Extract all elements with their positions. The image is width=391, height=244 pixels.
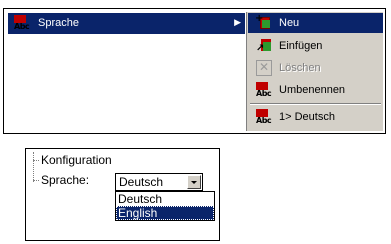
menu-item-label: Sprache: [38, 17, 79, 29]
submenu-item-label: Einfügen: [279, 40, 323, 52]
delete-icon: ✕: [256, 60, 272, 76]
language-dropdown-list: Deutsch English: [115, 191, 215, 221]
abc-icon: Abc: [256, 109, 272, 125]
tree-item-sprache: Sprache:: [41, 173, 90, 187]
submenu-item-label: Neu: [279, 17, 300, 29]
dropdown-button[interactable]: [187, 175, 201, 189]
new-icon: +: [255, 13, 272, 31]
abc-icon: Abc: [14, 15, 30, 31]
submenu-item-neu[interactable]: + Neu: [248, 13, 383, 33]
submenu-item-deutsch[interactable]: Abc 1> Deutsch: [248, 107, 383, 127]
submenu-item-label: Löschen: [279, 62, 321, 74]
language-select[interactable]: Deutsch: [115, 173, 203, 191]
menu-separator: [250, 103, 381, 105]
tree-line: [33, 152, 34, 182]
chevron-down-icon: [191, 181, 197, 184]
insert-icon: ↗: [256, 38, 272, 54]
submenu-item-label: 1> Deutsch: [279, 111, 335, 123]
abc-icon: Abc: [256, 82, 272, 98]
submenu-item-umbenennen[interactable]: Abc Umbenennen: [248, 80, 383, 100]
tree-line: [33, 160, 39, 161]
config-tree-panel: Konfiguration Sprache: Deutsch Deutsch E…: [25, 148, 220, 241]
menu-item-sprache[interactable]: Abc Sprache ▶: [8, 13, 245, 34]
submenu-item-label: Umbenennen: [279, 84, 346, 96]
submenu-item-einfuegen[interactable]: ↗ Einfügen: [248, 36, 383, 56]
submenu-arrow-icon: ▶: [234, 17, 241, 27]
language-select-value: Deutsch: [119, 175, 164, 189]
language-option-deutsch[interactable]: Deutsch: [116, 192, 214, 206]
submenu: + Neu ↗ Einfügen ✕ Löschen Abc Umbenenne…: [246, 12, 383, 131]
language-option-english[interactable]: English: [116, 206, 214, 220]
tree-line: [33, 180, 39, 181]
context-menu-panel: Abc Sprache ▶ + Neu ↗ Einfügen ✕ Löschen…: [3, 8, 386, 134]
submenu-item-loeschen: ✕ Löschen: [248, 58, 383, 78]
tree-item-konfiguration[interactable]: Konfiguration: [41, 153, 112, 167]
